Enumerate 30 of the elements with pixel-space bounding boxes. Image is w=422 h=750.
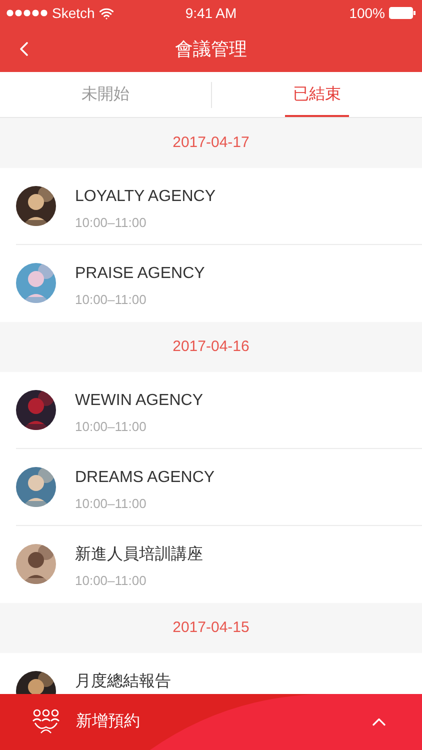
meeting-title: 月度總結報告 [75, 672, 171, 692]
signal-icon [6, 9, 48, 17]
date-heading: 2017-04-15 [172, 618, 250, 638]
meeting-item[interactable]: 新進人員培訓講座 10:00–11:00 [16, 526, 422, 603]
date-heading: 2017-04-17 [172, 132, 250, 153]
meeting-title: PRAISE AGENCY [75, 264, 205, 284]
meeting-time: 10:00–11:00 [75, 291, 148, 309]
meeting-item[interactable]: WEWIN AGENCY 10:00–11:00 [16, 372, 422, 449]
meeting-title: 新進人員培訓講座 [75, 544, 203, 565]
meeting-time: 10:00–11:00 [75, 495, 148, 513]
meeting-time: 10:00–11:00 [75, 214, 148, 232]
meeting-item[interactable]: PRAISE AGENCY 10:00–11:00 [16, 245, 422, 322]
page-title: 會議管理 [175, 38, 247, 60]
bottom-bar[interactable]: 新增預約 [0, 694, 422, 750]
wifi-icon [98, 6, 114, 20]
people-icon [32, 709, 60, 735]
status-time: 9:41 AM [185, 4, 237, 22]
add-booking-label: 新增預約 [76, 712, 140, 732]
meeting-item[interactable]: DREAMS AGENCY 10:00–11:00 [16, 449, 422, 526]
carrier-name: Sketch [52, 4, 95, 22]
battery-icon [389, 7, 416, 19]
date-heading: 2017-04-16 [172, 336, 250, 357]
battery-percent: 100% [349, 4, 385, 22]
meeting-title: WEWIN AGENCY [75, 391, 204, 411]
meeting-time: 10:00–11:00 [75, 572, 148, 590]
meeting-item[interactable]: LOYALTY AGENCY 10:00–11:00 [16, 168, 422, 245]
meeting-title: DREAMS AGENCY [75, 468, 215, 488]
tab[interactable]: 已結束 [284, 72, 349, 117]
meeting-title: LOYALTY AGENCY [75, 187, 216, 207]
meeting-time: 10:00–11:00 [75, 418, 148, 436]
